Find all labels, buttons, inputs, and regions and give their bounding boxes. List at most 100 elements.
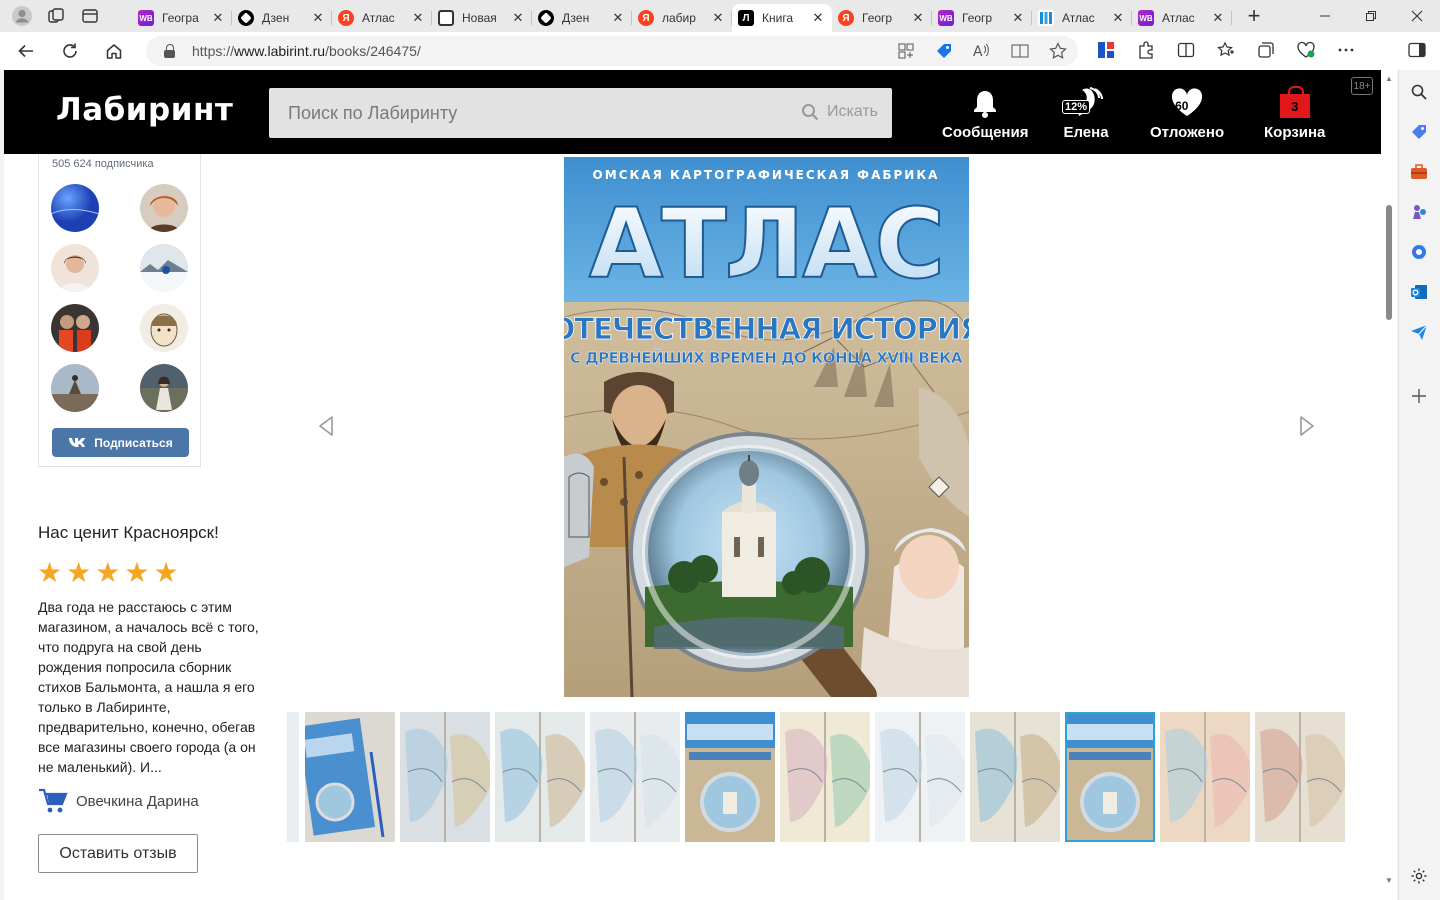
coupon-tag-icon[interactable] — [934, 41, 954, 61]
header-cart[interactable]: 3 Корзина — [1264, 86, 1325, 141]
browser-essentials-icon[interactable] — [1294, 36, 1318, 64]
browser-tab[interactable]: Дзен ✕ — [532, 4, 632, 32]
restore-button[interactable] — [1348, 0, 1394, 32]
page-scrollbar[interactable]: ▲ ▼ — [1381, 70, 1397, 892]
tab-actions-icon[interactable] — [78, 4, 102, 28]
sidebar-settings-gear-icon[interactable] — [1409, 866, 1429, 886]
close-tab-icon[interactable]: ✕ — [710, 10, 726, 26]
messages-label: Сообщения — [942, 124, 1029, 141]
avatar[interactable] — [140, 244, 188, 292]
browser-tab[interactable]: Я Атлас ✕ — [332, 4, 432, 32]
search-button[interactable]: Искать — [801, 103, 878, 121]
scroll-down-arrow-icon[interactable]: ▼ — [1385, 876, 1393, 885]
scroll-up-arrow-icon[interactable]: ▲ — [1385, 74, 1393, 83]
url-text[interactable]: https://www.labirint.ru/books/246475/ — [192, 43, 421, 59]
browser-tab[interactable]: Я Геогр ✕ — [832, 4, 932, 32]
read-aloud-icon[interactable]: A — [972, 41, 992, 61]
close-tab-icon[interactable]: ✕ — [1110, 10, 1126, 26]
header-messages[interactable]: Сообщения — [942, 86, 1028, 141]
avatar[interactable] — [51, 364, 99, 412]
games-chess-icon[interactable] — [1409, 202, 1429, 222]
gallery-thumbnail[interactable] — [305, 712, 395, 842]
favorite-star-icon[interactable] — [1048, 41, 1068, 61]
app-available-icon[interactable] — [896, 41, 916, 61]
browser-tab[interactable]: WB Геогр ✕ — [932, 4, 1032, 32]
close-tab-icon[interactable]: ✕ — [1010, 10, 1026, 26]
browser-tab[interactable]: Новая ✕ — [432, 4, 532, 32]
avatar[interactable] — [140, 364, 188, 412]
extensions-puzzle-icon[interactable] — [1134, 36, 1158, 64]
immersive-reader-icon[interactable] — [1010, 41, 1030, 61]
browser-tab[interactable]: Атлас ✕ — [1032, 4, 1132, 32]
browser-tab[interactable]: Л Книга ✕ — [732, 4, 832, 32]
gallery-thumbnail[interactable] — [685, 712, 775, 842]
gallery-thumbnail-partial[interactable] — [287, 712, 299, 842]
close-tab-icon[interactable]: ✕ — [1210, 10, 1226, 26]
lab-favicon-icon: Л — [738, 10, 754, 26]
close-tab-icon[interactable]: ✕ — [210, 10, 226, 26]
scrollbar-thumb[interactable] — [1386, 205, 1392, 320]
site-search: Искать — [269, 88, 892, 138]
gallery-thumbnail[interactable] — [970, 712, 1060, 842]
gallery-thumbnail[interactable] — [1255, 712, 1345, 842]
tools-briefcase-icon[interactable] — [1409, 162, 1429, 182]
reload-button[interactable] — [52, 36, 88, 66]
shopping-tag-icon[interactable] — [1409, 122, 1429, 142]
review-author[interactable]: Овечкина Дарина — [38, 788, 199, 814]
review-text[interactable]: Два года не расстаюсь с этим магазином, … — [38, 597, 266, 777]
gallery-prev-arrow-icon[interactable] — [317, 415, 335, 437]
review-heading: Нас ценит Красноярск! — [38, 523, 219, 542]
gallery-thumbnail[interactable] — [1160, 712, 1250, 842]
gallery-thumbnail[interactable] — [1065, 712, 1155, 842]
sidebar-toggle-icon[interactable] — [1405, 38, 1429, 62]
close-tab-icon[interactable]: ✕ — [410, 10, 426, 26]
copilot-icon[interactable] — [1409, 242, 1429, 262]
favorites-icon[interactable] — [1214, 36, 1238, 64]
gallery-thumbnail[interactable] — [495, 712, 585, 842]
close-window-button[interactable] — [1394, 0, 1440, 32]
avatar[interactable] — [51, 244, 99, 292]
address-bar[interactable]: https://www.labirint.ru/books/246475/ A — [146, 36, 1078, 66]
minimize-button[interactable] — [1302, 0, 1348, 32]
split-screen-icon[interactable] — [1174, 36, 1198, 64]
new-tab-button[interactable]: + — [1238, 2, 1270, 30]
close-tab-icon[interactable]: ✕ — [810, 10, 826, 26]
search-input[interactable] — [269, 88, 789, 138]
leave-review-button[interactable]: Оставить отзыв — [38, 834, 198, 873]
gallery-next-arrow-icon[interactable] — [1298, 415, 1316, 437]
home-button[interactable] — [96, 36, 132, 66]
browser-tab[interactable]: WB Геогра ✕ — [132, 4, 232, 32]
avatar[interactable] — [140, 184, 188, 232]
gallery-thumbnail[interactable] — [875, 712, 965, 842]
header-postponed[interactable]: 60 Отложено — [1150, 86, 1224, 141]
book-cover-image[interactable]: ОМСКАЯ КАРТОГРАФИЧЕСКАЯ ФАБРИКА АТЛАС ОТ… — [564, 157, 969, 697]
extension-colored-icon[interactable] — [1094, 36, 1118, 64]
gallery-thumbnail[interactable] — [400, 712, 490, 842]
browser-tab[interactable]: WB Атлас ✕ — [1132, 4, 1232, 32]
search-icon[interactable] — [1409, 82, 1429, 102]
browser-tab[interactable]: Дзен ✕ — [232, 4, 332, 32]
add-sidebar-app-icon[interactable] — [1409, 386, 1429, 406]
collections-icon[interactable] — [1254, 36, 1278, 64]
outlook-icon[interactable] — [1409, 282, 1429, 302]
telegram-send-icon[interactable] — [1409, 322, 1429, 342]
page-viewport: Лабиринт Искать Сообщения 12% Елена — [4, 70, 1397, 900]
avatar[interactable] — [51, 304, 99, 352]
gallery-thumbnail[interactable] — [780, 712, 870, 842]
browser-tab[interactable]: Ялабир ✕ — [632, 4, 732, 32]
close-tab-icon[interactable]: ✕ — [610, 10, 626, 26]
vk-subscribe-button[interactable]: Подписаться — [52, 428, 189, 457]
header-profile[interactable]: 12% Елена — [1062, 86, 1110, 141]
close-tab-icon[interactable]: ✕ — [510, 10, 526, 26]
profile-icon[interactable] — [10, 4, 34, 28]
close-tab-icon[interactable]: ✕ — [310, 10, 326, 26]
workspaces-icon[interactable] — [44, 4, 68, 28]
close-tab-icon[interactable]: ✕ — [910, 10, 926, 26]
avatar[interactable] — [51, 184, 99, 232]
site-logo[interactable]: Лабиринт — [56, 92, 233, 128]
settings-more-icon[interactable] — [1334, 36, 1358, 64]
avatar[interactable] — [140, 304, 188, 352]
back-button[interactable] — [8, 36, 44, 66]
lock-icon[interactable] — [164, 44, 176, 58]
gallery-thumbnail[interactable] — [590, 712, 680, 842]
